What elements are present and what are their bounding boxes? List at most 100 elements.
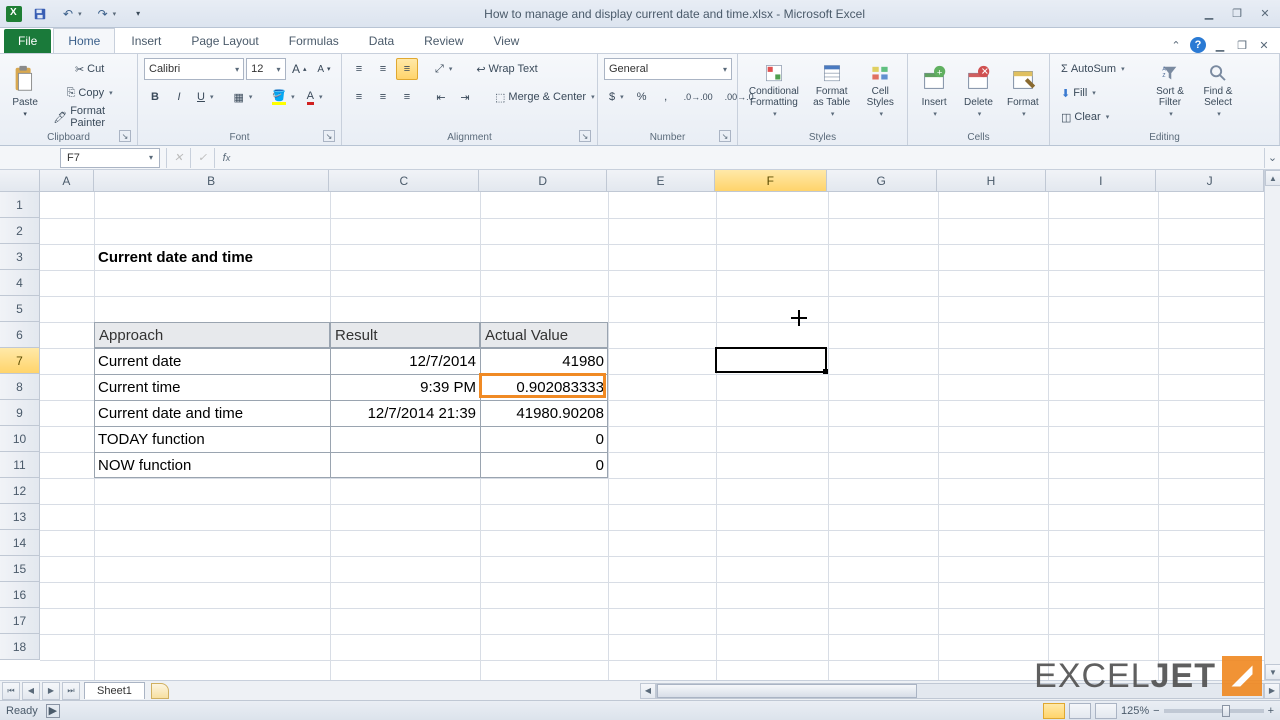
row-header-1[interactable]: 1 (0, 192, 39, 218)
clipboard-dialog-launcher[interactable]: ↘ (119, 130, 131, 142)
column-header-F[interactable]: F (715, 170, 827, 191)
sort-filter-button[interactable]: AZSort & Filter (1148, 58, 1192, 124)
row-header-15[interactable]: 15 (0, 556, 39, 582)
cell-styles-button[interactable]: Cell Styles (860, 58, 901, 124)
sheet-nav-prev-icon[interactable]: ◀ (22, 682, 40, 700)
italic-button[interactable]: I (168, 86, 190, 108)
tab-view[interactable]: View (480, 29, 534, 53)
orientation-icon[interactable]: ⤢ (430, 58, 457, 80)
close-icon[interactable]: ✕ (1256, 6, 1274, 22)
increase-font-icon[interactable]: A▴ (288, 58, 311, 80)
window-close-icon[interactable]: ✕ (1256, 37, 1272, 53)
accounting-format-icon[interactable]: $ (604, 86, 629, 108)
minimize-icon[interactable]: ▁ (1200, 6, 1218, 22)
column-header-J[interactable]: J (1156, 170, 1264, 191)
column-header-H[interactable]: H (937, 170, 1047, 191)
select-all-corner[interactable] (0, 170, 40, 191)
tab-data[interactable]: Data (355, 29, 408, 53)
align-center-icon[interactable]: ≡ (372, 86, 394, 108)
scroll-up-icon[interactable]: ▲ (1265, 170, 1280, 186)
row-header-5[interactable]: 5 (0, 296, 39, 322)
column-header-G[interactable]: G (827, 170, 937, 191)
column-header-D[interactable]: D (479, 170, 607, 191)
minimize-ribbon-icon[interactable]: ⌃ (1168, 37, 1184, 53)
zoom-level[interactable]: 125% (1121, 705, 1149, 717)
hscroll-thumb[interactable] (657, 684, 917, 698)
copy-button[interactable]: ⎘Copy (48, 82, 131, 104)
format-cells-button[interactable]: Format (1003, 58, 1043, 124)
row-header-3[interactable]: 3 (0, 244, 39, 270)
row-header-9[interactable]: 9 (0, 400, 39, 426)
font-color-button[interactable]: A (302, 86, 328, 108)
align-left-icon[interactable]: ≡ (348, 86, 370, 108)
merge-center-button[interactable]: ⬚Merge & Center (490, 86, 602, 108)
format-painter-button[interactable]: 🖊Format Painter (48, 106, 131, 128)
decrease-font-icon[interactable]: A▾ (313, 58, 335, 80)
macro-record-icon[interactable]: ▶ (46, 704, 60, 718)
redo-icon[interactable]: ↷ (93, 3, 122, 25)
align-middle-icon[interactable]: ≡ (372, 58, 394, 80)
comma-format-icon[interactable]: , (655, 86, 677, 108)
row-header-8[interactable]: 8 (0, 374, 39, 400)
row-header-17[interactable]: 17 (0, 608, 39, 634)
number-dialog-launcher[interactable]: ↘ (719, 130, 731, 142)
insert-cells-button[interactable]: +Insert (914, 58, 954, 124)
row-header-10[interactable]: 10 (0, 426, 39, 452)
fill-color-button[interactable]: 🪣 (267, 86, 299, 108)
sheet-tab[interactable]: Sheet1 (84, 682, 145, 699)
qat-customize-icon[interactable]: ▾ (127, 3, 149, 25)
tab-page-layout[interactable]: Page Layout (177, 29, 272, 53)
row-header-12[interactable]: 12 (0, 478, 39, 504)
sheet-nav-last-icon[interactable]: ⏭ (62, 682, 80, 700)
font-name-combo[interactable]: Calibri▾ (144, 58, 244, 80)
underline-button[interactable]: U (192, 86, 218, 108)
sheet-title[interactable]: Current date and time (94, 244, 330, 270)
decrease-indent-icon[interactable]: ⇤ (430, 86, 452, 108)
format-as-table-button[interactable]: Format as Table (808, 58, 856, 124)
selected-cell[interactable] (715, 347, 827, 373)
formula-input[interactable] (238, 148, 1264, 168)
zoom-slider[interactable] (1164, 709, 1264, 713)
cut-button[interactable]: ✂Cut (48, 58, 131, 80)
align-bottom-icon[interactable]: ≡ (396, 58, 418, 80)
border-button[interactable]: ▦ (228, 86, 257, 108)
bold-button[interactable]: B (144, 86, 166, 108)
help-icon[interactable]: ? (1190, 37, 1206, 53)
row-header-4[interactable]: 4 (0, 270, 39, 296)
name-box[interactable]: F7▾ (60, 148, 160, 168)
delete-cells-button[interactable]: ✕Delete (958, 58, 998, 124)
enter-formula-icon[interactable]: ✓ (190, 148, 214, 168)
paste-button[interactable]: Paste ▾ (6, 58, 44, 124)
row-header-11[interactable]: 11 (0, 452, 39, 478)
undo-icon[interactable]: ↶ (58, 3, 87, 25)
row-header-13[interactable]: 13 (0, 504, 39, 530)
align-top-icon[interactable]: ≡ (348, 58, 370, 80)
align-right-icon[interactable]: ≡ (396, 86, 418, 108)
font-size-combo[interactable]: 12▾ (246, 58, 285, 80)
row-header-16[interactable]: 16 (0, 582, 39, 608)
tab-file[interactable]: File (4, 29, 51, 53)
cancel-formula-icon[interactable]: ✕ (166, 148, 190, 168)
page-break-view-icon[interactable] (1095, 703, 1117, 719)
window-min-icon[interactable]: ▁ (1212, 37, 1228, 53)
zoom-in-icon[interactable]: + (1268, 705, 1274, 717)
restore-icon[interactable]: ❐ (1228, 6, 1246, 22)
new-sheet-icon[interactable] (151, 683, 169, 699)
tab-home[interactable]: Home (53, 28, 115, 53)
percent-format-icon[interactable]: % (631, 86, 653, 108)
alignment-dialog-launcher[interactable]: ↘ (579, 130, 591, 142)
clear-button[interactable]: ◫Clear (1056, 106, 1144, 128)
page-layout-view-icon[interactable] (1069, 703, 1091, 719)
font-dialog-launcher[interactable]: ↘ (323, 130, 335, 142)
column-header-B[interactable]: B (94, 170, 330, 191)
fill-button[interactable]: ⬇Fill (1056, 82, 1144, 104)
increase-indent-icon[interactable]: ⇥ (454, 86, 476, 108)
sheet-nav-first-icon[interactable]: ⏮ (2, 682, 20, 700)
find-select-button[interactable]: Find & Select (1196, 58, 1240, 124)
zoom-out-icon[interactable]: − (1153, 705, 1159, 717)
autosum-button[interactable]: ΣAutoSum (1056, 58, 1144, 80)
column-header-A[interactable]: A (40, 170, 94, 191)
sheet-nav-next-icon[interactable]: ▶ (42, 682, 60, 700)
fx-icon[interactable]: fx (214, 148, 238, 168)
row-header-7[interactable]: 7 (0, 348, 39, 374)
